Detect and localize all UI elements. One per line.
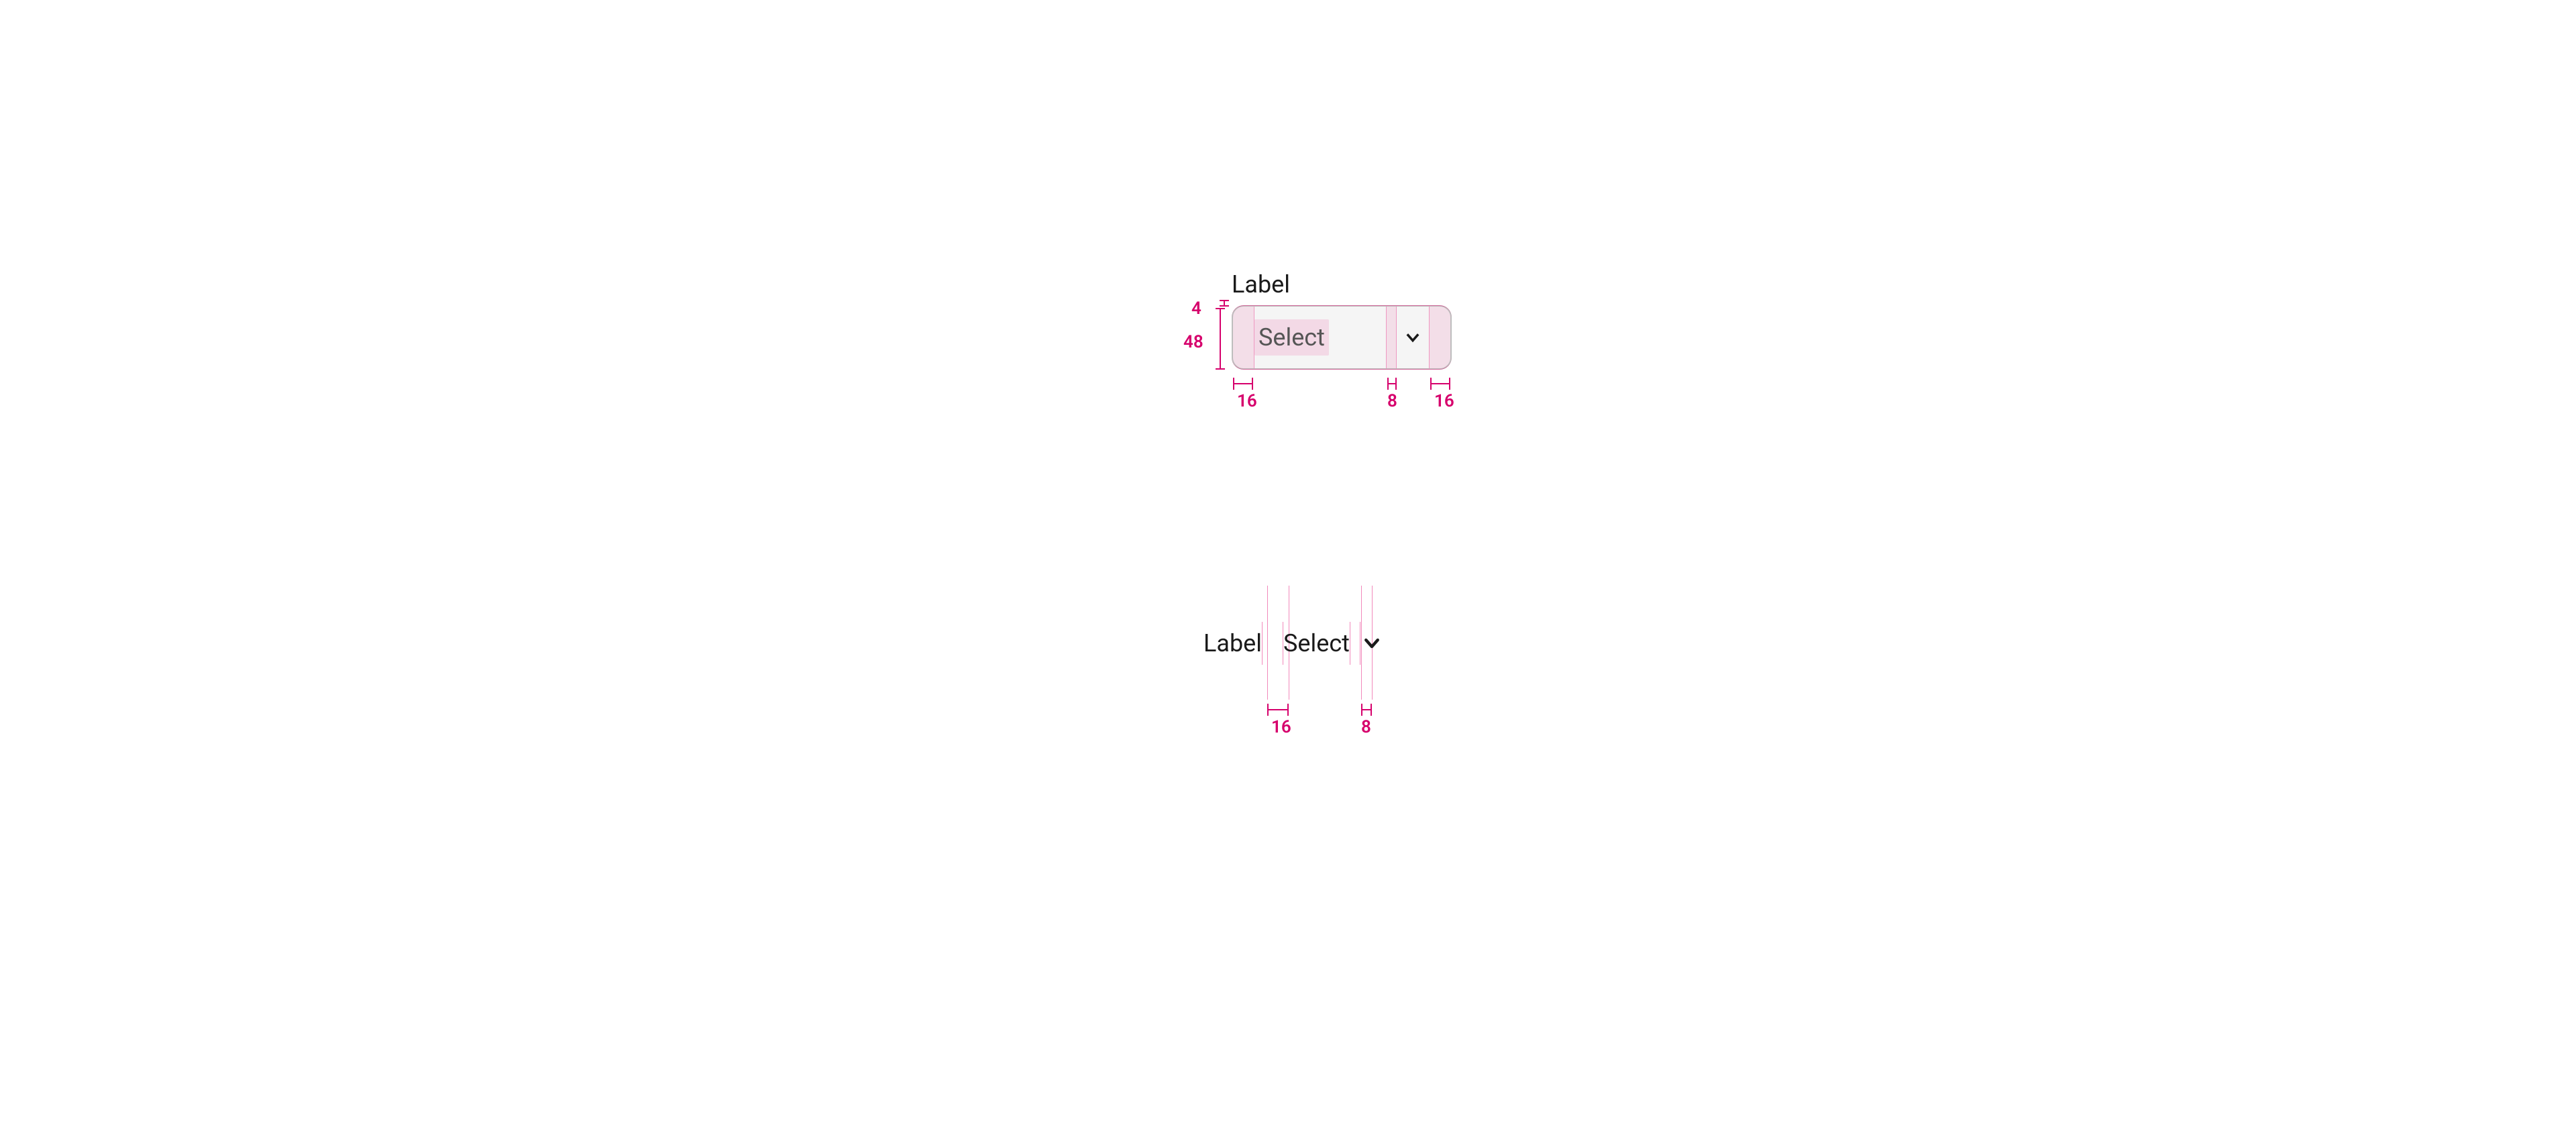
dimension-bar-vertical bbox=[1220, 300, 1229, 307]
gap-region bbox=[1386, 307, 1397, 368]
dimension-value: 4 bbox=[1191, 299, 1201, 319]
dimension-bracket bbox=[1233, 378, 1253, 390]
dropdown-placeholder: Select bbox=[1254, 319, 1329, 356]
dimension-bracket bbox=[1430, 378, 1450, 390]
dropdown-placeholder: Select bbox=[1283, 629, 1350, 657]
gap-region bbox=[1262, 622, 1283, 665]
dimension-value: 48 bbox=[1183, 332, 1203, 352]
inline-dropdown[interactable]: Label Select bbox=[1203, 622, 1382, 665]
dropdown-spec-stacked: Label 4 48 Select bbox=[1167, 270, 1489, 472]
dimension-bracket bbox=[1387, 378, 1397, 390]
dropdown-text-area: Select bbox=[1254, 307, 1386, 368]
dropdown-spec-inline: Label Select 16 8 bbox=[1154, 579, 1489, 753]
dimension-value: 16 bbox=[1237, 391, 1257, 411]
dropdown-icon-area bbox=[1397, 307, 1429, 368]
dimension-value: 16 bbox=[1434, 391, 1454, 411]
field-label: Label bbox=[1232, 270, 1290, 299]
field-label: Label bbox=[1203, 629, 1262, 657]
dropdown-select[interactable]: Select bbox=[1232, 305, 1452, 370]
dimension-value: 8 bbox=[1387, 391, 1397, 411]
dimension-value: 8 bbox=[1361, 717, 1371, 737]
dimension-bar-vertical bbox=[1220, 308, 1221, 370]
padding-region-left bbox=[1233, 307, 1254, 368]
dimension-bracket bbox=[1267, 704, 1289, 716]
chevron-down-icon bbox=[1403, 328, 1422, 347]
gap-region bbox=[1350, 622, 1360, 665]
dimension-value: 16 bbox=[1271, 717, 1291, 737]
chevron-down-icon bbox=[1362, 633, 1382, 653]
dimension-bracket bbox=[1361, 704, 1372, 716]
padding-region-right bbox=[1429, 307, 1450, 368]
